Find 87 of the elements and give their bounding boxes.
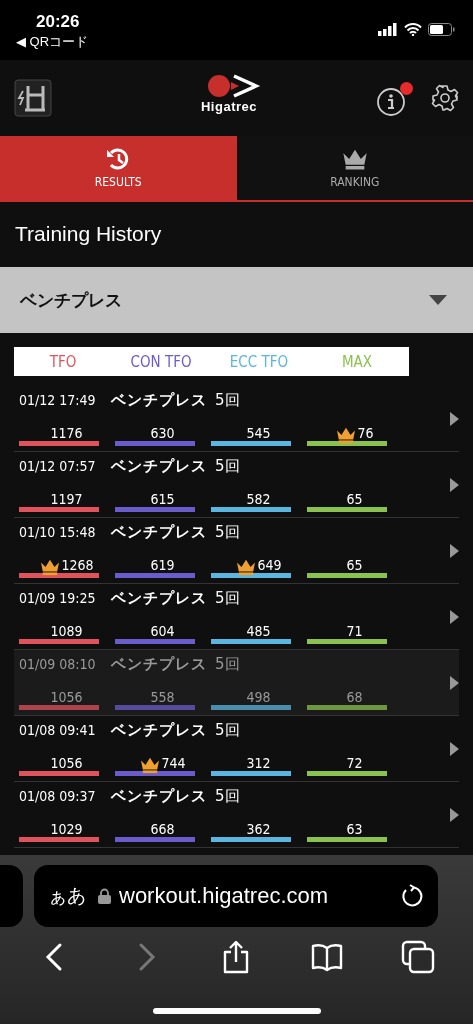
metric-value: 498 [246, 689, 271, 705]
metric-value: 312 [246, 755, 271, 771]
row-exercise: ベンチプレス [111, 721, 208, 740]
row-exercise: ベンチプレス [111, 457, 208, 476]
metric-value: 1268 [61, 557, 94, 573]
metric-value: 65 [346, 557, 363, 573]
lock-icon [98, 888, 111, 904]
metric-value: 630 [150, 425, 175, 441]
chevron-right-icon [450, 807, 459, 822]
row-reps: 5回 [215, 391, 240, 410]
metric-value: 545 [246, 425, 271, 441]
legend-label: ECC TFO [229, 352, 289, 371]
back-link[interactable]: ◀ QRコード [16, 33, 89, 51]
metric-value: 1197 [50, 491, 83, 507]
history-row[interactable]: 01/10 15:48 ベンチプレス 5回 1268 619 649 65 [14, 518, 459, 584]
metric-value: 1056 [50, 689, 83, 705]
metric-value: 1089 [50, 623, 83, 639]
row-reps: 5回 [215, 721, 240, 740]
exercise-dropdown[interactable]: ベンチプレス [0, 267, 473, 333]
legend-label: TFO [49, 352, 77, 371]
page-title: Training History [0, 202, 473, 267]
chevron-right-icon [450, 411, 459, 426]
caret-icon [429, 294, 447, 306]
tab[interactable]: RESULTS [0, 136, 237, 200]
metric-value: 65 [346, 491, 363, 507]
metric-value: 68 [346, 689, 363, 705]
crown-icon [340, 147, 369, 171]
row-reps: 5回 [215, 787, 240, 806]
power-rack-icon[interactable] [14, 79, 52, 117]
brand-name: Higatrec [201, 99, 257, 114]
row-exercise: ベンチプレス [111, 589, 208, 608]
metric-value: 72 [346, 755, 363, 771]
row-datetime: 01/08 09:41 [19, 722, 97, 738]
metric-value: 649 [257, 557, 282, 573]
row-datetime: 01/09 08:10 [19, 656, 97, 672]
metric-value: 619 [150, 557, 175, 573]
url-text: workout.higatrec.com [119, 883, 330, 909]
metric-value: 582 [246, 491, 271, 507]
text-size-button[interactable]: ぁあ [48, 883, 86, 909]
row-datetime: 01/08 09:37 [19, 788, 97, 804]
row-exercise: ベンチプレス [111, 391, 208, 410]
metric-value: 362 [246, 821, 271, 837]
metric-value: 1029 [50, 821, 83, 837]
legend-label: CON TFO [130, 352, 192, 371]
metric-value: 1176 [50, 425, 83, 441]
metric-value: 615 [150, 491, 175, 507]
chevron-right-icon [450, 543, 459, 558]
row-reps: 5回 [215, 457, 240, 476]
row-datetime: 01/12 17:49 [19, 392, 97, 408]
row-datetime: 01/12 07:57 [19, 458, 97, 474]
metric-value: 71 [346, 623, 363, 639]
row-datetime: 01/10 15:48 [19, 524, 97, 540]
signal-icon [378, 22, 398, 36]
metric-value: 668 [150, 821, 175, 837]
metric-value: 558 [150, 689, 175, 705]
row-reps: 5回 [215, 523, 240, 542]
settings-icon[interactable] [431, 84, 459, 112]
metric-value: 76 [357, 425, 374, 441]
chevron-right-icon [450, 741, 459, 756]
row-exercise: ベンチプレス [111, 523, 208, 542]
row-reps: 5回 [215, 655, 240, 674]
metric-value: 485 [246, 623, 271, 639]
history-row[interactable]: 01/12 07:57 ベンチプレス 5回 1197 615 582 65 [14, 452, 459, 518]
metric-value: 604 [150, 623, 175, 639]
battery-icon [428, 22, 455, 36]
row-exercise: ベンチプレス [111, 655, 208, 674]
history-row[interactable]: 01/09 08:10 ベンチプレス 5回 1056 558 498 68 [14, 650, 459, 716]
metric-value: 63 [346, 821, 363, 837]
row-datetime: 01/09 19:25 [19, 590, 97, 606]
tabs-icon[interactable] [400, 940, 435, 974]
row-reps: 5回 [215, 589, 240, 608]
chevron-right-icon [450, 477, 459, 492]
tab[interactable]: RANKING [236, 136, 473, 200]
metric-value: 1056 [50, 755, 83, 771]
history-row[interactable]: 01/08 09:41 ベンチプレス 5回 1056 744 312 72 [14, 716, 459, 782]
reload-icon[interactable] [400, 884, 424, 908]
address-bar[interactable]: ぁあ workout.higatrec.com [34, 865, 438, 927]
history-row[interactable]: 01/08 09:37 ベンチプレス 5回 1029 668 362 63 [14, 782, 459, 848]
row-exercise: ベンチプレス [111, 787, 208, 806]
status-time: 20:26 [36, 12, 81, 32]
wifi-icon [404, 22, 422, 36]
metric-value: 744 [161, 755, 186, 771]
legend-label: MAX [341, 352, 373, 371]
chevron-right-icon [450, 609, 459, 624]
history-row[interactable]: 01/12 17:49 ベンチプレス 5回 1176 630 545 76 [14, 386, 459, 452]
info-icon [376, 86, 406, 117]
chevron-right-icon [450, 675, 459, 690]
